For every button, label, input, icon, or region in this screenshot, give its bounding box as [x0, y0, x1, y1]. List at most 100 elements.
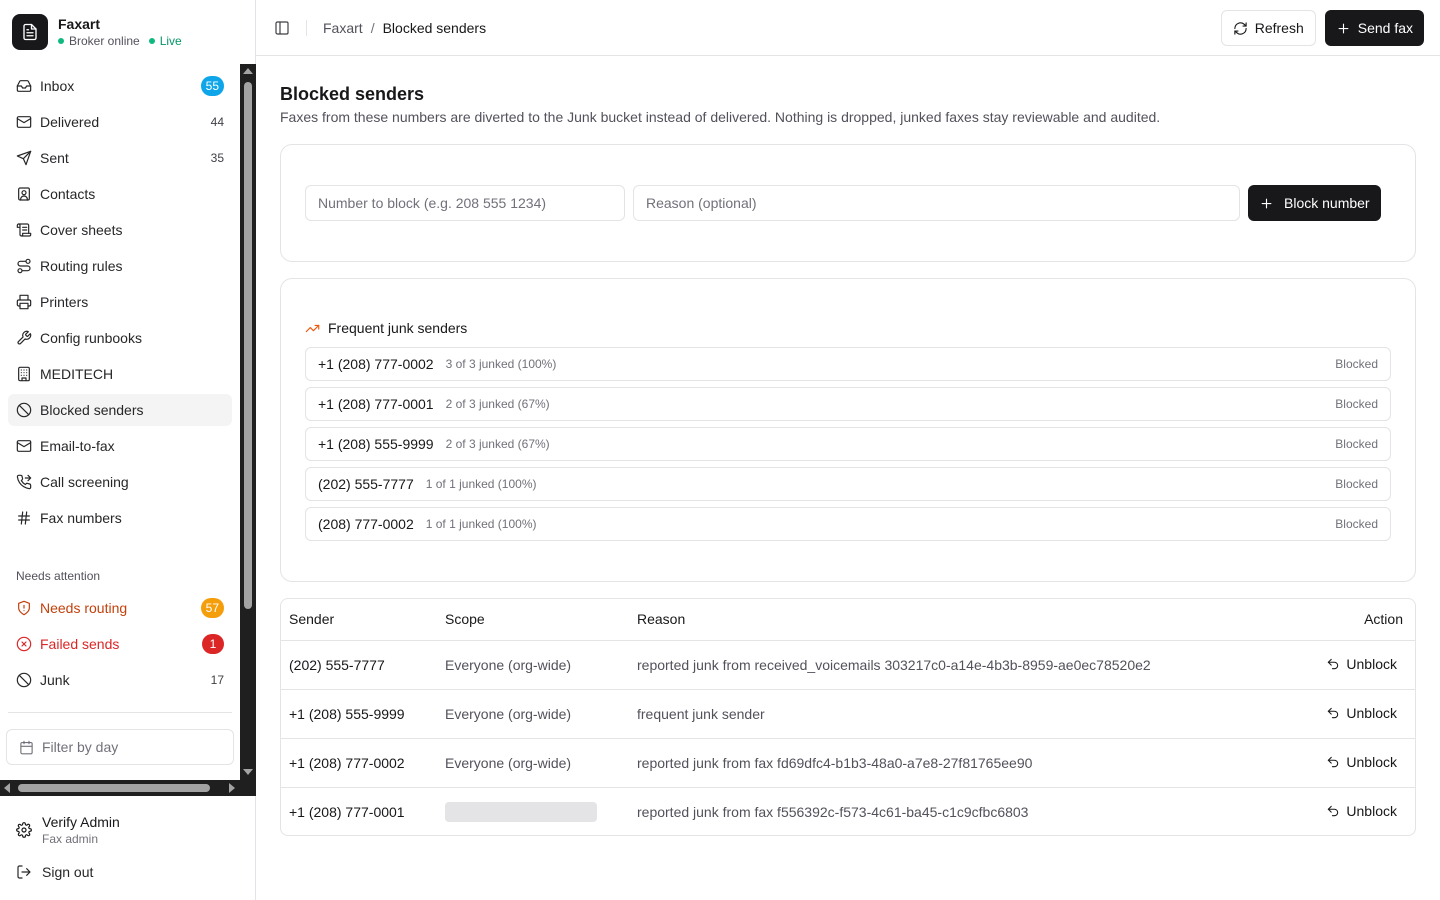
reason-input[interactable]: Reason (optional) — [633, 185, 1240, 221]
unblock-label: Unblock — [1346, 655, 1397, 672]
sidebar-item-label: Inbox — [40, 78, 75, 94]
ban-icon — [16, 672, 32, 688]
scrollbar-corner — [240, 780, 256, 796]
scope-cell: Everyone (org-wide) — [437, 689, 629, 739]
action-cell: Unblock — [1285, 640, 1415, 690]
sidebar-item-blocked-senders[interactable]: Blocked senders — [8, 394, 232, 426]
scrollbar-thumb[interactable] — [18, 784, 210, 792]
phone-forward-icon — [16, 474, 32, 490]
scroll-up-arrow-icon[interactable] — [243, 68, 253, 74]
nav-list: Inbox 55 Delivered 44 Sent 35 Contacts Cover sh… — [8, 70, 232, 538]
calendar-icon — [20, 740, 33, 754]
frequent-junk-row: +1 (208) 777-0001 2 of 3 junked (67%) Bloc… — [305, 387, 1391, 421]
sidebar-horizontal-scrollbar[interactable] — [0, 780, 240, 796]
needs-attention-label: Needs attention — [16, 569, 101, 583]
sidebar-item-failed-sends[interactable]: Failed sends 1 — [8, 628, 232, 660]
scroll-down-arrow-icon[interactable] — [243, 769, 253, 775]
refresh-button[interactable]: Refresh — [1220, 10, 1316, 46]
panel-left-icon — [275, 20, 289, 35]
blocked-status: Blocked — [1335, 357, 1378, 371]
brand[interactable]: Faxart Broker online Live — [12, 14, 182, 50]
reason-cell: reported junk from received_voicemails 3… — [629, 640, 1285, 690]
route-icon — [17, 258, 31, 274]
frequent-junk-stat: 1 of 1 junked (100%) — [425, 517, 537, 531]
sidebar-item-inbox[interactable]: Inbox 55 — [8, 70, 232, 102]
sidebar-item-label: Junk — [40, 672, 70, 688]
user-name: Verify Admin — [42, 814, 120, 830]
sidebar: Faxart Broker online Live Inbox 55 Deliver… — [0, 0, 256, 900]
frequent-junk-number: +1 (208) 777-0002 — [318, 356, 434, 372]
blocked-status: Blocked — [1335, 477, 1378, 491]
sidebar-item-config-runbooks[interactable]: Config runbooks — [8, 322, 232, 354]
scrollbar-thumb[interactable] — [244, 82, 252, 609]
frequent-junk-row: (202) 555-7777 1 of 1 junked (100%) Blocke… — [305, 467, 1391, 501]
count-badge: 57 — [200, 598, 224, 618]
unblock-button[interactable]: Unblock — [1326, 705, 1397, 721]
action-cell: Unblock — [1285, 738, 1415, 788]
sidebar-toggle-button[interactable] — [272, 18, 292, 38]
unblock-button[interactable]: Unblock — [1326, 656, 1397, 672]
user-menu[interactable]: Verify Admin Fax admin — [16, 813, 120, 847]
sidebar-item-meditech[interactable]: MEDITECH — [8, 358, 232, 390]
sidebar-item-contacts[interactable]: Contacts — [8, 178, 232, 210]
sidebar-item-call-screening[interactable]: Call screening — [8, 466, 232, 498]
sidebar-item-junk[interactable]: Junk 17 — [8, 664, 232, 696]
fax-document-icon — [12, 14, 48, 50]
sidebar-vertical-scrollbar[interactable] — [240, 64, 256, 782]
unblock-button[interactable]: Unblock — [1326, 803, 1397, 819]
frequent-junk-number: +1 (208) 777-0001 — [318, 396, 434, 412]
live-dot-icon — [148, 38, 155, 44]
reason-cell: reported junk from fax f556392c-f573-4c6… — [637, 803, 1029, 820]
divider — [8, 712, 232, 713]
sidebar-item-fax-numbers[interactable]: Fax numbers — [8, 502, 232, 534]
scroll-right-arrow-icon[interactable] — [229, 783, 235, 793]
frequent-junk-title-text: Frequent junk senders — [328, 320, 468, 336]
breadcrumb: Faxart / Blocked senders — [323, 20, 486, 36]
blocked-status: Blocked — [1335, 397, 1378, 411]
send-fax-button[interactable]: Send fax — [1324, 10, 1424, 46]
sidebar-item-printers[interactable]: Printers — [8, 286, 232, 318]
frequent-junk-stat: 2 of 3 junked (67%) — [445, 437, 550, 451]
unblock-button[interactable]: Unblock — [1326, 754, 1397, 770]
undo-icon — [1328, 805, 1339, 816]
count-label: 17 — [210, 673, 224, 687]
sign-out-button[interactable]: Sign out — [16, 864, 93, 880]
header-divider — [306, 19, 307, 36]
sidebar-item-routing-rules[interactable]: Routing rules — [8, 250, 232, 282]
mail-icon — [16, 116, 32, 128]
sidebar-item-sent[interactable]: Sent 35 — [8, 142, 232, 174]
reason-cell: reported junk from fax fd69dfc4-b1b3-48a… — [629, 738, 1285, 788]
undo-icon — [1328, 658, 1339, 669]
sidebar-item-email-to-fax[interactable]: Email-to-fax — [8, 430, 232, 462]
blocked-senders-table-card: Sender Scope Reason Action (202) 555-777… — [280, 598, 1416, 836]
refresh-label: Refresh — [1254, 20, 1304, 36]
sidebar-item-cover-sheets[interactable]: Cover sheets — [8, 214, 232, 246]
filter-by-day-input[interactable]: Filter by day — [6, 729, 234, 765]
frequent-junk-list: +1 (208) 777-0002 3 of 3 junked (100%) Blo… — [305, 347, 1391, 547]
block-number-button[interactable]: Block number — [1248, 185, 1381, 221]
frequent-junk-number: (202) 555-7777 — [318, 476, 414, 492]
sidebar-item-label: Routing rules — [40, 258, 123, 274]
number-to-block-input[interactable]: Number to block (e.g. 208 555 1234) — [305, 185, 625, 221]
scope-cell: Everyone (org-wide) — [437, 640, 629, 690]
frequent-junk-number: (208) 777-0002 — [318, 516, 414, 532]
nav-scroll-area[interactable]: Inbox 55 Delivered 44 Sent 35 Contacts Cover sh… — [0, 64, 256, 796]
breadcrumb-root[interactable]: Faxart — [323, 20, 363, 36]
unblock-label: Unblock — [1346, 753, 1397, 770]
action-cell: Unblock — [1285, 787, 1415, 835]
blocked-status: Blocked — [1335, 437, 1378, 451]
table-row: +1 (208) 777-0001 reported junk from fax … — [281, 787, 1415, 835]
wrench-icon — [17, 330, 32, 345]
frequent-junk-senders-card: Frequent junk senders +1 (208) 777-0002 3… — [280, 278, 1416, 582]
scroll-left-arrow-icon[interactable] — [4, 783, 10, 793]
sidebar-item-label: Config runbooks — [40, 330, 142, 346]
column-header-scope: Scope — [437, 599, 629, 641]
frequent-junk-stat: 1 of 1 junked (100%) — [425, 477, 537, 491]
refresh-icon — [1234, 21, 1247, 35]
app-name: Faxart — [58, 16, 101, 32]
sidebar-item-label: Blocked senders — [40, 402, 144, 418]
reason-cell: frequent junk sender — [629, 689, 1285, 739]
sidebar-item-needs-routing[interactable]: Needs routing 57 — [8, 592, 232, 624]
sidebar-item-delivered[interactable]: Delivered 44 — [8, 106, 232, 138]
unblock-label: Unblock — [1346, 704, 1397, 721]
